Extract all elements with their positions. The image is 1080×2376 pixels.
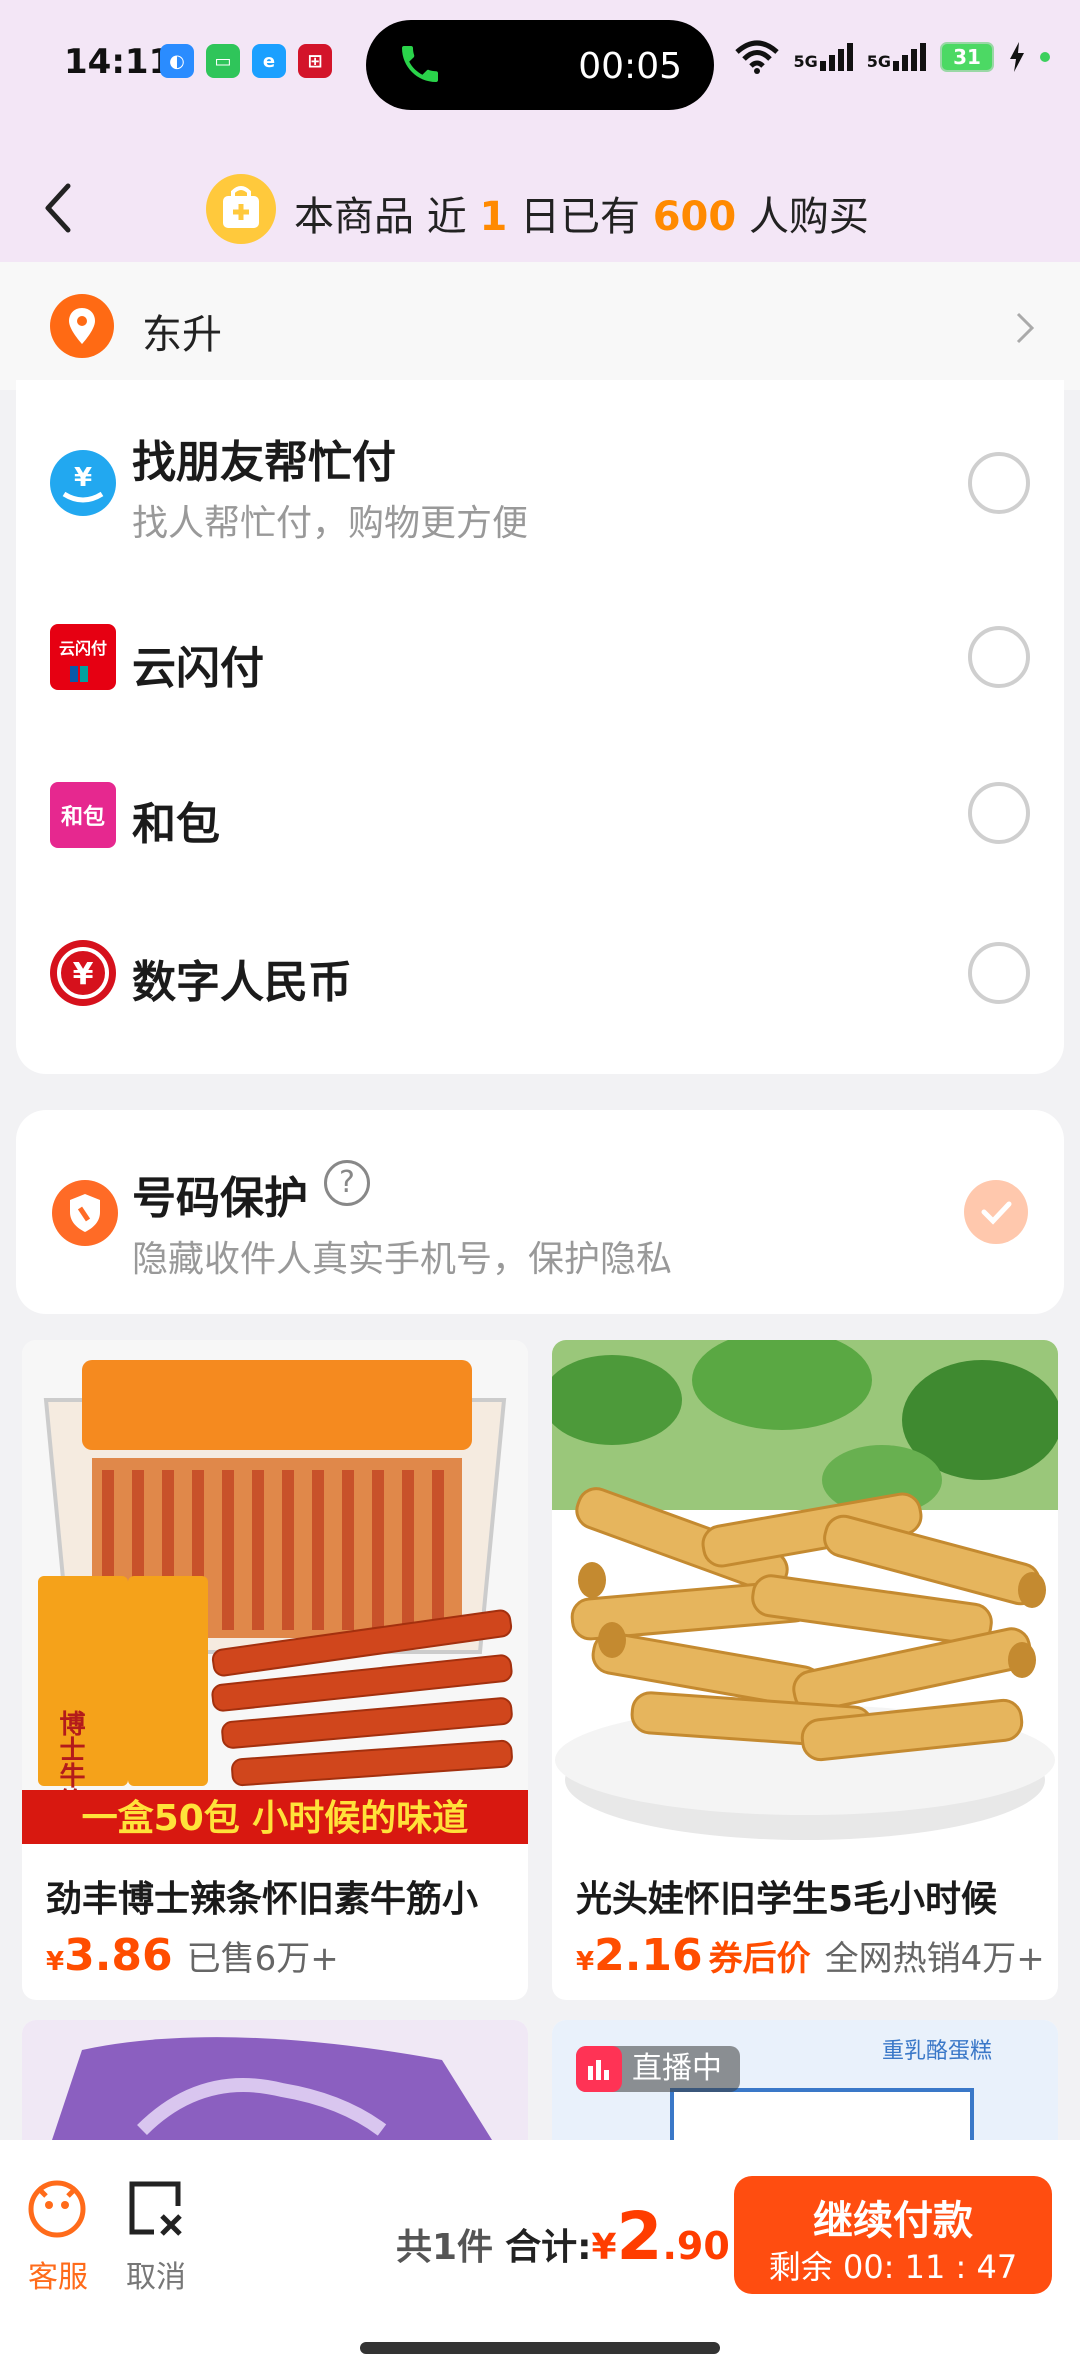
- number-protection-subtitle: 隐藏收件人真实手机号，保护隐私: [132, 1239, 673, 1280]
- banner-suffix: 人购买: [748, 194, 869, 240]
- payment-option-friend-pay[interactable]: ¥ 找朋友帮忙付 找人帮忙付，购物更方便: [16, 416, 1064, 576]
- continue-payment-label: 继续付款: [813, 2198, 973, 2244]
- banner-mid: 日已有: [520, 194, 640, 240]
- phone-icon: [402, 46, 438, 82]
- customer-service-icon[interactable]: [26, 2178, 88, 2240]
- product-card[interactable]: 光头娃怀旧学生5毛小时候 ¥2.16 券后价 全网热销4万+: [552, 1340, 1058, 2000]
- app-notification-icon: ◐: [160, 44, 194, 78]
- call-indicator[interactable]: 00:05: [366, 20, 714, 110]
- total-integer: 2: [616, 2198, 663, 2275]
- product-price: ¥3.86 已售6万+: [46, 1930, 339, 1981]
- radio-button[interactable]: [968, 452, 1030, 514]
- radio-button[interactable]: [968, 782, 1030, 844]
- payment-option-unionpay[interactable]: 云闪付 云闪付: [16, 624, 1064, 746]
- status-time: 14:11: [64, 42, 173, 82]
- network-type-2: 5G: [866, 52, 891, 71]
- radio-button[interactable]: [968, 626, 1030, 688]
- unionpay-icon: 云闪付: [50, 624, 116, 690]
- payment-title: 数字人民币: [132, 957, 352, 1008]
- location-label: 东升: [142, 312, 222, 358]
- chevron-right-icon: [1016, 312, 1035, 344]
- browser-app-icon: e: [252, 44, 286, 78]
- payment-option-hebao[interactable]: 和包 和包: [16, 782, 1064, 904]
- network-type-1: 5G: [793, 52, 818, 71]
- currency-symbol: ¥: [591, 2227, 617, 2268]
- total-decimal: .90: [662, 2224, 730, 2268]
- total-label: 合计:: [505, 2227, 592, 2268]
- status-bar: 14:11 ◐ ▭ e ⊞ 00:05 5G 5G 31: [0, 0, 1080, 130]
- shield-icon: [52, 1180, 118, 1246]
- signal-2-icon: 5G: [867, 43, 926, 71]
- product-price: ¥2.16 券后价 全网热销4万+: [576, 1930, 1045, 1981]
- back-button[interactable]: [36, 178, 86, 238]
- price-value: 3.86: [64, 1930, 173, 1981]
- radio-button[interactable]: [968, 942, 1030, 1004]
- status-indicators: 5G 5G 31: [735, 40, 1050, 74]
- banner-count: 600: [652, 194, 737, 240]
- signal-1-icon: 5G: [793, 43, 853, 71]
- banner-days: 1: [479, 194, 508, 240]
- sold-count: 全网热销4万+: [824, 1939, 1045, 1979]
- hebao-icon: 和包: [50, 782, 116, 848]
- live-label: 直播中: [632, 2051, 722, 2086]
- continue-payment-button[interactable]: 继续付款 剩余 00: 11 : 47: [734, 2176, 1052, 2294]
- svg-text:和包: 和包: [61, 804, 105, 830]
- order-total: 共1件 合计:¥2.90: [396, 2198, 730, 2275]
- checkmark-icon: [981, 1201, 1012, 1225]
- live-bars-icon: [576, 2046, 622, 2092]
- wifi-icon: [735, 40, 780, 74]
- payment-title: 和包: [132, 799, 220, 850]
- item-count: 共1件: [396, 2227, 494, 2268]
- coupon-price-tag: 券后价: [708, 1939, 811, 1979]
- checkbox-checked[interactable]: [964, 1180, 1028, 1244]
- product-card[interactable]: 博士牛筋 一盒50包 小时候的味道 劲丰博士辣条怀旧素牛筋小 ¥3.86 已售6万…: [22, 1340, 528, 2000]
- purchase-stats-banner: 本商品 近 1 日已有 600 人购买: [294, 184, 869, 242]
- help-icon[interactable]: ?: [324, 1160, 370, 1206]
- product-name: 劲丰博士辣条怀旧素牛筋小: [46, 1879, 479, 1920]
- number-protection-card[interactable]: 号码保护 ? 隐藏收件人真实手机号，保护隐私: [16, 1110, 1064, 1314]
- cancel-order-icon[interactable]: [124, 2178, 186, 2240]
- banner-prefix: 本商品 近: [294, 194, 467, 240]
- battery-icon: 31: [940, 42, 994, 72]
- charging-icon: [1010, 42, 1024, 72]
- number-protection-title: 号码保护: [132, 1173, 308, 1224]
- home-indicator[interactable]: [360, 2342, 720, 2354]
- product-name: 光头娃怀旧学生5毛小时候: [576, 1879, 998, 1920]
- svg-text:云闪付: 云闪付: [59, 639, 107, 658]
- currency-symbol: ¥: [576, 1947, 595, 1977]
- location-pin-icon: [50, 294, 114, 358]
- product-card[interactable]: 重乳酪蛋糕 直播中: [552, 2020, 1058, 2140]
- privacy-dot: [1040, 52, 1050, 62]
- message-app-icon: ▭: [206, 44, 240, 78]
- svg-text:一盒50包 小时候的味道: 一盒50包 小时候的味道: [82, 1798, 469, 1839]
- payment-subtitle: 找人帮忙付，购物更方便: [132, 503, 529, 544]
- svg-text:¥: ¥: [73, 957, 94, 992]
- call-duration: 00:05: [578, 46, 682, 87]
- payment-option-ecny[interactable]: ¥ 数字人民币: [16, 940, 1064, 1060]
- checkout-bar: 客服 取消 共1件 合计:¥2.90 继续付款 剩余 00: 11 : 47: [0, 2140, 1080, 2376]
- product-image-egg-rolls: [552, 1340, 1058, 1844]
- currency-symbol: ¥: [46, 1947, 65, 1977]
- bank-app-icon: ⊞: [298, 44, 332, 78]
- product-image-snack-bag: [22, 2020, 528, 2140]
- friend-pay-icon: ¥: [50, 450, 116, 516]
- svg-text:重乳酪蛋糕: 重乳酪蛋糕: [882, 2039, 992, 2064]
- status-app-icons: ◐ ▭ e ⊞: [160, 44, 332, 78]
- live-badge: 直播中: [576, 2046, 740, 2092]
- payment-methods-card: ¥ 找朋友帮忙付 找人帮忙付，购物更方便 云闪付 云闪付 和包 和包 ¥ 数字人…: [16, 380, 1064, 1074]
- ecny-icon: ¥: [50, 940, 116, 1006]
- product-card[interactable]: [22, 2020, 528, 2140]
- cancel-label[interactable]: 取消: [126, 2252, 186, 2296]
- product-image-spicy-strips: 博士牛筋 一盒50包 小时候的味道: [22, 1340, 528, 1844]
- svg-text:¥: ¥: [74, 463, 92, 493]
- payment-countdown: 剩余 00: 11 : 47: [768, 2248, 1018, 2286]
- price-value: 2.16: [594, 1930, 703, 1981]
- customer-service-label[interactable]: 客服: [28, 2252, 88, 2296]
- shopping-bag-icon: [206, 174, 276, 244]
- sold-count: 已售6万+: [186, 1939, 339, 1979]
- payment-title: 云闪付: [132, 643, 264, 694]
- payment-title: 找朋友帮忙付: [132, 437, 396, 488]
